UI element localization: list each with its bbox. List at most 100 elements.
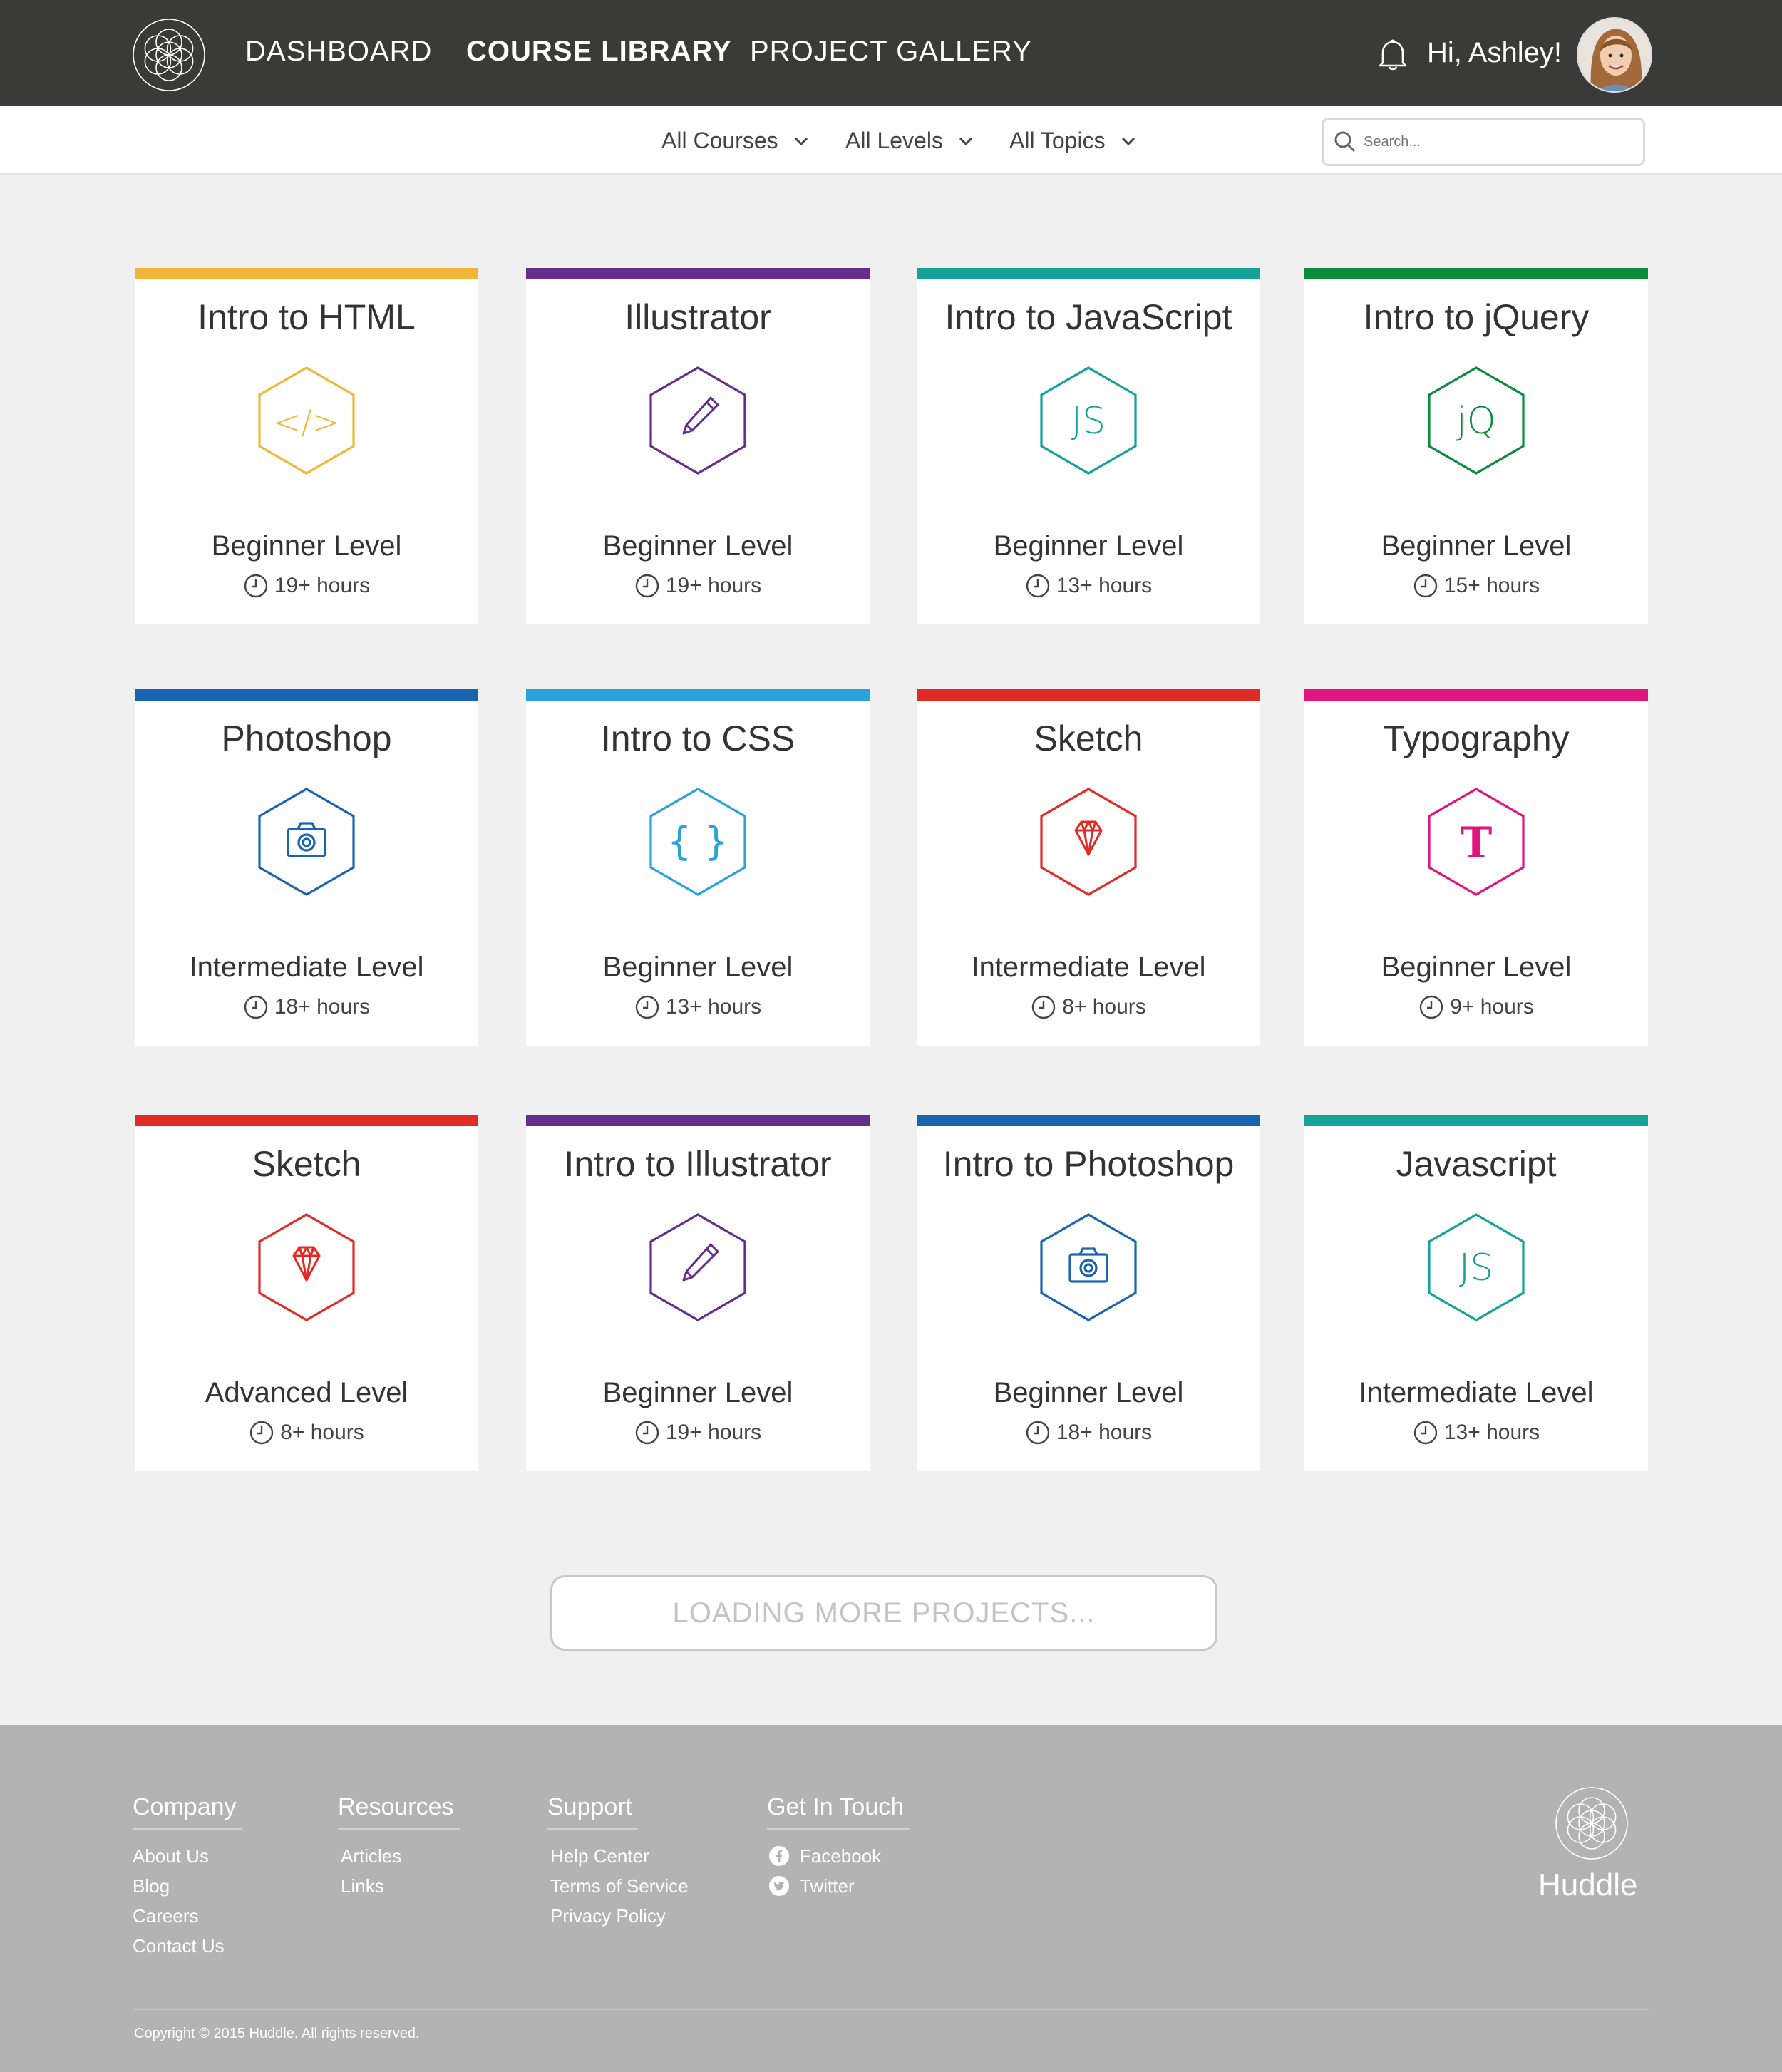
footer-link-twitter[interactable]: Twitter bbox=[768, 1871, 910, 1901]
clock-icon bbox=[1420, 995, 1443, 1019]
js-icon: JS bbox=[1040, 366, 1137, 475]
clock-icon bbox=[244, 995, 268, 1019]
course-title: Photoshop bbox=[221, 718, 392, 758]
course-level: Beginner Level bbox=[993, 1377, 1184, 1408]
course-level: Beginner Level bbox=[1381, 952, 1572, 983]
search-input[interactable] bbox=[1364, 133, 1620, 150]
course-card[interactable]: Intro to HTML </> Beginner Level 19+ hou… bbox=[135, 268, 478, 624]
clock-icon bbox=[1413, 574, 1438, 598]
braces-icon: { } bbox=[649, 788, 746, 896]
course-title: Javascript bbox=[1396, 1144, 1557, 1184]
course-card[interactable]: Photoshop Intermediate Level 18+ hours bbox=[135, 689, 478, 1046]
course-level: Beginner Level bbox=[602, 1377, 793, 1408]
course-duration: 18+ hours bbox=[917, 1420, 1260, 1445]
footer-link-privacy-policy[interactable]: Privacy Policy bbox=[550, 1901, 689, 1931]
huddle-logo-icon[interactable] bbox=[131, 17, 207, 93]
nav-dashboard[interactable]: DASHBOARD bbox=[245, 36, 432, 68]
nav-course-library[interactable]: COURSE LIBRARY bbox=[466, 36, 732, 68]
course-card[interactable]: Sketch Intermediate Level 8+ hours bbox=[917, 689, 1260, 1046]
course-card[interactable]: Illustrator Beginner Level 19+ hours bbox=[526, 268, 870, 624]
js-icon: JS bbox=[1428, 1213, 1525, 1321]
course-title: Intro to CSS bbox=[600, 718, 795, 758]
twitter-icon bbox=[769, 1876, 789, 1896]
footer-link-links[interactable]: Links bbox=[341, 1871, 460, 1901]
course-card[interactable]: Intro to Illustrator Beginner Level 19+ … bbox=[526, 1115, 870, 1471]
course-title: Sketch bbox=[252, 1144, 361, 1184]
svg-text:T: T bbox=[1461, 818, 1493, 868]
footer-heading-support: Support bbox=[547, 1793, 639, 1830]
course-hours: 18+ hours bbox=[1056, 1421, 1153, 1444]
search-box[interactable] bbox=[1322, 118, 1645, 166]
course-level: Beginner Level bbox=[1381, 530, 1572, 562]
card-color-bar bbox=[1304, 268, 1648, 279]
card-color-bar bbox=[526, 268, 870, 279]
footer-link-contact-us[interactable]: Contact Us bbox=[133, 1931, 242, 1961]
filter-all-courses[interactable]: All Courses bbox=[661, 128, 808, 154]
filter-all-topics[interactable]: All Topics bbox=[1009, 128, 1135, 154]
footer-link-blog[interactable]: Blog bbox=[133, 1871, 242, 1901]
course-card[interactable]: Intro to jQuery jQ Beginner Level 15+ ho… bbox=[1304, 268, 1648, 624]
course-card[interactable]: Intro to JavaScript JS Beginner Level 13… bbox=[917, 268, 1260, 624]
huddle-logo-icon[interactable] bbox=[1554, 1785, 1629, 1861]
course-hours: 9+ hours bbox=[1450, 995, 1534, 1019]
footer-link-about-us[interactable]: About Us bbox=[133, 1841, 242, 1871]
course-hours: 19+ hours bbox=[665, 574, 762, 597]
svg-text:{ }: { } bbox=[667, 819, 728, 864]
course-hours: 18+ hours bbox=[274, 995, 371, 1019]
footer-heading-resources: Resources bbox=[338, 1793, 460, 1830]
load-more-button[interactable]: LOADING MORE PROJECTS... bbox=[550, 1575, 1217, 1651]
course-hours: 8+ hours bbox=[280, 1421, 364, 1444]
clock-icon bbox=[1032, 995, 1056, 1019]
course-hours: 13+ hours bbox=[1443, 1421, 1540, 1444]
footer-link-careers[interactable]: Careers bbox=[133, 1901, 242, 1931]
chevron-down-icon bbox=[959, 137, 973, 145]
course-hours: 8+ hours bbox=[1062, 995, 1146, 1019]
course-hours: 19+ hours bbox=[665, 1421, 762, 1444]
course-title: Illustrator bbox=[624, 297, 771, 337]
filter-label: All Levels bbox=[845, 128, 943, 153]
course-duration: 8+ hours bbox=[917, 994, 1260, 1020]
course-hours: 13+ hours bbox=[1056, 574, 1153, 597]
course-card[interactable]: Intro to Photoshop Beginner Level 18+ ho… bbox=[917, 1115, 1260, 1471]
bell-icon[interactable] bbox=[1377, 37, 1408, 71]
svg-text:jQ: jQ bbox=[1456, 400, 1495, 443]
course-card[interactable]: Javascript JS Intermediate Level 13+ hou… bbox=[1304, 1115, 1648, 1471]
course-card[interactable]: Sketch Advanced Level 8+ hours bbox=[135, 1115, 478, 1471]
filter-label: All Topics bbox=[1009, 128, 1106, 153]
card-color-bar bbox=[526, 1115, 870, 1126]
camera-icon bbox=[1040, 1213, 1137, 1321]
user-photo-icon bbox=[1578, 19, 1651, 91]
course-card[interactable]: Typography T Beginner Level 9+ hours bbox=[1304, 689, 1648, 1046]
course-duration: 13+ hours bbox=[526, 994, 870, 1020]
course-duration: 19+ hours bbox=[526, 1420, 870, 1445]
footer-link-terms-of-service[interactable]: Terms of Service bbox=[550, 1871, 689, 1901]
footer-contact-column: Get In Touch Facebook Twitter bbox=[767, 1793, 910, 1901]
footer: Company About Us Blog Careers Contact Us… bbox=[0, 1725, 1782, 2072]
filter-bar: All Courses All Levels All Topics bbox=[0, 106, 1782, 175]
footer-link-label: Twitter bbox=[800, 1875, 855, 1897]
course-duration: 18+ hours bbox=[135, 994, 478, 1020]
course-level: Beginner Level bbox=[211, 530, 402, 562]
filter-all-levels[interactable]: All Levels bbox=[845, 128, 973, 154]
card-color-bar bbox=[917, 1115, 1260, 1126]
card-color-bar bbox=[1304, 1115, 1648, 1126]
svg-text:JS: JS bbox=[1459, 1247, 1493, 1289]
course-duration: 15+ hours bbox=[1304, 573, 1648, 599]
card-color-bar bbox=[135, 1115, 478, 1126]
footer-link-label: Facebook bbox=[800, 1845, 882, 1867]
footer-link-articles[interactable]: Articles bbox=[341, 1841, 460, 1871]
svg-text:JS: JS bbox=[1071, 400, 1106, 443]
course-card[interactable]: Intro to CSS { } Beginner Level 13+ hour… bbox=[526, 689, 870, 1046]
avatar[interactable] bbox=[1577, 17, 1652, 93]
course-title: Intro to jQuery bbox=[1363, 297, 1590, 337]
footer-link-help-center[interactable]: Help Center bbox=[550, 1841, 689, 1871]
nav-project-gallery[interactable]: PROJECT GALLERY bbox=[750, 36, 1032, 68]
course-title: Sketch bbox=[1034, 718, 1143, 758]
user-greeting: Hi, Ashley! bbox=[1427, 37, 1562, 68]
chevron-down-icon bbox=[1121, 137, 1135, 145]
clock-icon bbox=[1413, 1421, 1438, 1445]
code-icon: </> bbox=[258, 366, 355, 475]
footer-link-facebook[interactable]: Facebook bbox=[768, 1841, 910, 1871]
course-level: Beginner Level bbox=[602, 952, 793, 983]
course-duration: 9+ hours bbox=[1304, 994, 1648, 1020]
